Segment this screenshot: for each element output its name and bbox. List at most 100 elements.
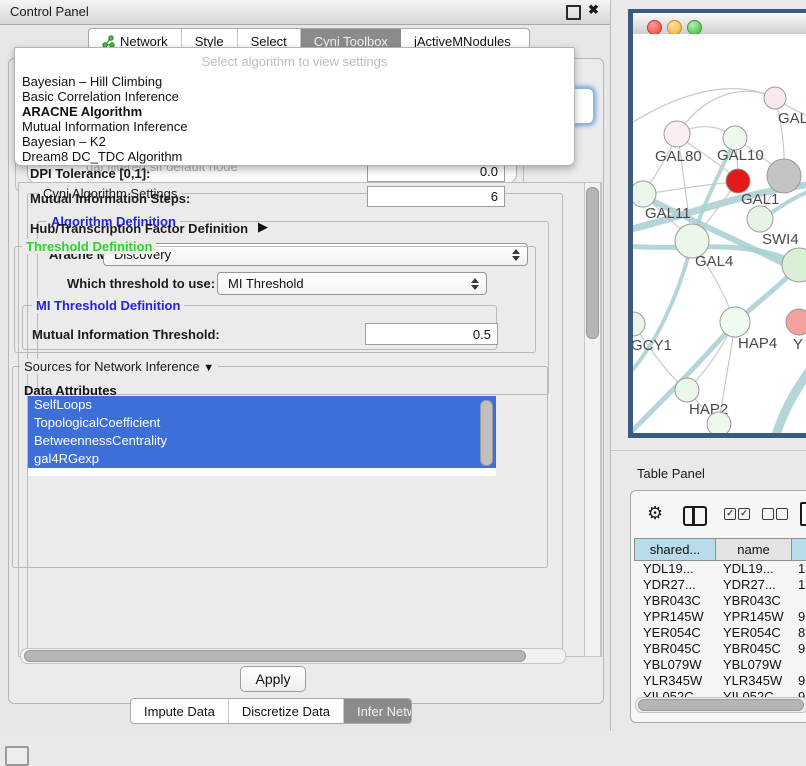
float-window-icon[interactable] bbox=[566, 5, 581, 20]
network-node-gal[interactable] bbox=[764, 87, 786, 109]
column-header[interactable]: A bbox=[791, 538, 806, 561]
network-node-gal80[interactable] bbox=[664, 121, 690, 147]
table-cell: YLR345W bbox=[714, 673, 789, 689]
table-header-row: shared...nameA bbox=[634, 538, 806, 561]
mi-threshold-definition-legend: MI Threshold Definition bbox=[32, 298, 184, 313]
expand-arrow-icon[interactable]: ▶ bbox=[258, 219, 268, 235]
tab-infer-network[interactable]: Infer Network bbox=[344, 699, 412, 723]
gear-icon[interactable]: ⚙ bbox=[647, 504, 663, 522]
network-node-y[interactable] bbox=[786, 309, 806, 335]
mi-steps-value: 6 bbox=[491, 189, 498, 204]
document-icon[interactable] bbox=[800, 502, 806, 526]
table-cell: YBR045C bbox=[634, 641, 714, 657]
settings-vertical-scrollbar[interactable] bbox=[584, 182, 601, 657]
tab-infer-network-label: Infer Network bbox=[357, 704, 412, 719]
table-row[interactable]: YER054CYER054C8. bbox=[634, 625, 806, 641]
node-label: GAL11 bbox=[645, 205, 691, 222]
node-label: HAP4 bbox=[738, 335, 777, 352]
network-canvas[interactable]: GALGAL80GAL10GAL1GAL11SWI4GAL4GCY1HAP4YH… bbox=[633, 34, 806, 433]
attribute-list-item[interactable]: BetweennessCentrality bbox=[28, 432, 496, 450]
settings-horizontal-scrollbar[interactable] bbox=[20, 648, 566, 664]
table-row[interactable]: YLR345WYLR345W9. bbox=[634, 673, 806, 689]
node-label: GCY1 bbox=[633, 337, 672, 354]
table-row[interactable]: YBL079WYBL079W bbox=[634, 657, 806, 673]
node-label: GAL1 bbox=[741, 191, 779, 208]
table-horizontal-scrollbar[interactable] bbox=[635, 697, 806, 713]
table-row[interactable]: YPR145WYPR145W9. bbox=[634, 609, 806, 625]
column-header[interactable]: shared... bbox=[634, 538, 715, 561]
table-cell bbox=[789, 657, 806, 673]
algorithm-option[interactable]: Mutual Information Inference bbox=[15, 119, 574, 134]
table-row[interactable]: YDL19...YDL19...13 bbox=[634, 561, 806, 577]
algorithm-dropdown-popup: Select algorithm to view settings Bayesi… bbox=[14, 47, 575, 166]
table-row[interactable]: YBR045CYBR045C9. bbox=[634, 641, 806, 657]
network-edge bbox=[633, 242, 692, 376]
algorithm-option[interactable]: Basic Correlation Inference bbox=[15, 89, 574, 104]
table-cell: YBR043C bbox=[714, 593, 789, 609]
close-icon[interactable]: ✖ bbox=[588, 2, 599, 18]
node-label: GAL80 bbox=[655, 148, 702, 165]
table-cell: 9. bbox=[789, 641, 806, 657]
mi-threshold-value: 0.5 bbox=[473, 327, 491, 342]
network-node-swi4[interactable] bbox=[747, 206, 773, 232]
apply-button-label: Apply bbox=[255, 671, 290, 687]
table-cell: YDR27... bbox=[634, 577, 714, 593]
network-edge bbox=[644, 182, 737, 194]
table-cell: YBR043C bbox=[634, 593, 714, 609]
control-panel-title: Control Panel bbox=[10, 4, 89, 19]
node-label: GAL4 bbox=[695, 253, 733, 270]
table-cell: YER054C bbox=[714, 625, 789, 641]
algorithm-option[interactable]: Bayesian – K2 bbox=[15, 134, 574, 149]
scrollbar-thumb[interactable] bbox=[24, 650, 526, 662]
mi-threshold-input[interactable]: 0.5 bbox=[365, 323, 498, 345]
unchecked-checkbox-icon[interactable] bbox=[762, 508, 774, 520]
unchecked-checkbox-icon[interactable] bbox=[776, 508, 788, 520]
network-node-gcy1[interactable] bbox=[633, 312, 645, 336]
data-attributes-list[interactable]: SelfLoopsTopologicalCoefficientBetweenne… bbox=[28, 396, 496, 476]
which-threshold-combo[interactable]: MI Threshold bbox=[217, 272, 487, 295]
table-cell: YBL079W bbox=[634, 657, 714, 673]
minimize-traffic-light-icon[interactable] bbox=[667, 20, 682, 35]
checked-checkbox-icon[interactable]: ✓ bbox=[738, 508, 750, 520]
algorithm-option[interactable]: Bayesian – Hill Climbing bbox=[15, 74, 574, 89]
network-edge bbox=[679, 91, 775, 132]
network-node-hap4[interactable] bbox=[720, 307, 750, 337]
apply-button[interactable]: Apply bbox=[240, 666, 306, 692]
table-cell: YBL079W bbox=[714, 657, 789, 673]
node-label: Y bbox=[793, 336, 803, 353]
threshold-definition-legend: Threshold Definition bbox=[22, 239, 156, 254]
table-row[interactable]: YBR043CYBR043C bbox=[634, 593, 806, 609]
attribute-list-item[interactable]: SelfLoops bbox=[28, 396, 496, 414]
algorithm-option[interactable]: ARACNE Algorithm bbox=[15, 104, 574, 119]
network-node-hap2[interactable] bbox=[675, 378, 699, 402]
table-cell: 13 bbox=[789, 561, 806, 577]
collapse-arrow-icon[interactable]: ▼ bbox=[203, 362, 214, 374]
table-cell: 9. bbox=[789, 609, 806, 625]
table-cell: YLR345W bbox=[634, 673, 714, 689]
algorithm-option[interactable]: Dream8 DC_TDC Algorithm bbox=[15, 149, 574, 164]
checked-checkbox-icon[interactable]: ✓ bbox=[724, 508, 736, 520]
network-node[interactable] bbox=[707, 412, 731, 433]
network-edge bbox=[775, 366, 806, 433]
scrollbar-thumb[interactable] bbox=[586, 187, 599, 339]
tab-impute-data[interactable]: Impute Data bbox=[131, 699, 229, 723]
network-node-gal1[interactable] bbox=[726, 169, 750, 193]
network-node[interactable] bbox=[767, 159, 801, 193]
minimized-panel-icon[interactable] bbox=[5, 746, 29, 766]
close-traffic-light-icon[interactable] bbox=[647, 20, 662, 35]
table-cell: YBR045C bbox=[714, 641, 789, 657]
column-header[interactable]: name bbox=[715, 538, 791, 561]
mi-steps-input[interactable]: 6 bbox=[367, 186, 505, 207]
attribute-list-item[interactable]: gal4RGexp bbox=[28, 450, 496, 468]
stepper-icon bbox=[469, 273, 481, 294]
list-scrollbar-thumb[interactable] bbox=[480, 400, 493, 466]
attribute-list-item[interactable]: TopologicalCoefficient bbox=[28, 414, 496, 432]
column-layout-icon[interactable] bbox=[683, 506, 707, 526]
table-row[interactable]: YDR27...YDR27...12 bbox=[634, 577, 806, 593]
table-cell: YDL19... bbox=[714, 561, 789, 577]
which-threshold-value: MI Threshold bbox=[228, 276, 304, 291]
zoom-traffic-light-icon[interactable] bbox=[687, 20, 702, 35]
tab-discretize-data[interactable]: Discretize Data bbox=[229, 699, 344, 723]
scrollbar-thumb[interactable] bbox=[638, 699, 804, 711]
network-node-gal11[interactable] bbox=[633, 181, 656, 207]
